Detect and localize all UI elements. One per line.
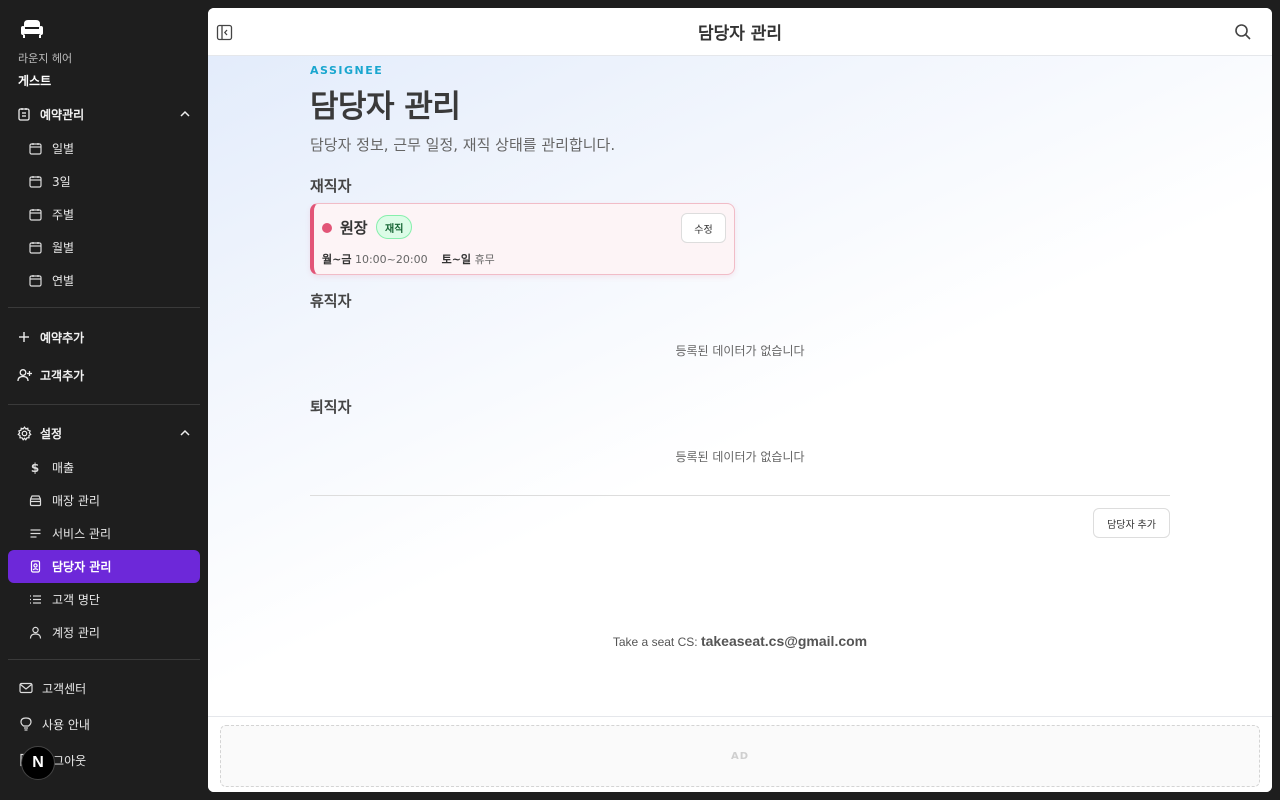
- sidebar-item-monthly[interactable]: 월별: [8, 231, 200, 264]
- weekday-label: 월~금: [322, 253, 352, 266]
- sidebar-toggle-icon[interactable]: [216, 24, 233, 41]
- sidebar-item-yearly[interactable]: 연별: [8, 264, 200, 297]
- page-content: ASSIGNEE 담당자 관리 담당자 정보, 근무 일정, 재직 상태를 관리…: [208, 56, 1272, 716]
- cs-email[interactable]: takeaseat.cs@gmail.com: [701, 633, 867, 649]
- sidebar-item-label: 3일: [52, 175, 71, 189]
- chevron-up-icon[interactable]: [178, 107, 192, 121]
- sidebar-item-store[interactable]: 매장 관리: [8, 484, 200, 517]
- section-retired-title: 퇴직자: [310, 398, 352, 416]
- brand: 라운지 헤어 게스트: [8, 0, 200, 96]
- plus-icon: [16, 329, 32, 345]
- sidebar-item-account[interactable]: 계정 관리: [8, 616, 200, 649]
- sidebar-item-label: 계정 관리: [52, 626, 100, 640]
- sidebar-item-label: 월별: [52, 241, 75, 255]
- sidebar-item-3day[interactable]: 3일: [8, 165, 200, 198]
- clipboard-icon: [16, 106, 32, 122]
- divider: [8, 307, 200, 308]
- chevron-up-icon[interactable]: [178, 426, 192, 440]
- list-icon: [28, 527, 42, 541]
- weekend-label: 토~일: [441, 253, 472, 266]
- nav-group-settings[interactable]: 설정: [8, 415, 200, 451]
- next-dev-badge[interactable]: N: [21, 746, 55, 780]
- sidebar: 라운지 헤어 게스트 예약관리 일별 3일 주별 월별 연별 예약추가 고객추가: [0, 0, 208, 800]
- sidebar-item-assignee[interactable]: 담당자 관리: [8, 550, 200, 583]
- footer-link-label: 고객센터: [42, 681, 87, 696]
- content-inner: ASSIGNEE 담당자 관리 담당자 정보, 근무 일정, 재직 상태를 관리…: [310, 56, 1170, 656]
- add-reservation-button[interactable]: 예약추가: [8, 318, 200, 356]
- calendar-icon: [28, 274, 42, 288]
- add-assignee-button[interactable]: 담당자 추가: [1093, 508, 1170, 538]
- header-title: 담당자 관리: [697, 24, 783, 44]
- badge-icon: [28, 560, 42, 574]
- sidebar-item-label: 일별: [52, 142, 75, 156]
- nav-group-label: 예약관리: [40, 107, 85, 122]
- section-leave-title: 휴직자: [310, 292, 352, 310]
- divider: [8, 404, 200, 405]
- add-customer-button[interactable]: 고객추가: [8, 356, 200, 394]
- sidebar-item-label: 주별: [52, 208, 75, 222]
- lightbulb-icon: [18, 716, 34, 732]
- weekend-hours: 휴무: [474, 253, 495, 266]
- user-plus-icon: [16, 367, 32, 383]
- user-icon: [28, 626, 42, 640]
- main-panel: 담당자 관리 ASSIGNEE 담당자 관리 담당자 정보, 근무 일정, 재직…: [208, 8, 1272, 792]
- customer-center-link[interactable]: 고객센터: [8, 670, 200, 706]
- action-label: 예약추가: [40, 330, 85, 345]
- nav-group-label: 설정: [40, 426, 63, 441]
- sidebar-item-daily[interactable]: 일별: [8, 132, 200, 165]
- sidebar-item-customers[interactable]: 고객 명단: [8, 583, 200, 616]
- sidebar-item-label: 고객 명단: [52, 593, 100, 607]
- nav-group-reservations[interactable]: 예약관리: [8, 96, 200, 132]
- assignee-name: 원장: [340, 219, 368, 237]
- sidebar-item-label: 담당자 관리: [52, 560, 112, 574]
- ad-area: AD: [208, 716, 1272, 792]
- shop-name: 라운지 헤어: [18, 52, 73, 65]
- top-bar: 담당자 관리: [208, 8, 1272, 56]
- sidebar-item-label: 연별: [52, 274, 75, 288]
- sidebar-item-weekly[interactable]: 주별: [8, 198, 200, 231]
- edit-button[interactable]: 수정: [681, 213, 726, 243]
- store-icon: [28, 494, 42, 508]
- assignee-card: 원장 재직 수정 월~금 10:00~20:00 토~일 휴무: [310, 203, 735, 275]
- weekday-hours: 10:00~20:00: [354, 253, 428, 266]
- sidebar-item-label: 서비스 관리: [52, 527, 112, 541]
- search-icon[interactable]: [1234, 23, 1252, 41]
- schedule: 월~금 10:00~20:00 토~일 휴무: [322, 251, 495, 267]
- calendar-icon: [28, 175, 42, 189]
- section-employed-title: 재직자: [310, 177, 352, 195]
- dollar-icon: $: [30, 460, 40, 475]
- list-bullets-icon: [28, 593, 42, 607]
- sidebar-item-services[interactable]: 서비스 관리: [8, 517, 200, 550]
- calendar-icon: [28, 241, 42, 255]
- footer-link-label: 사용 안내: [42, 717, 90, 732]
- mail-icon: [18, 680, 34, 696]
- calendar-icon: [28, 142, 42, 156]
- divider: [310, 495, 1170, 496]
- empty-state: 등록된 데이터가 없습니다: [675, 450, 805, 464]
- calendar-icon: [28, 208, 42, 222]
- status-dot: [322, 223, 332, 233]
- action-label: 고객추가: [40, 368, 85, 383]
- sofa-icon[interactable]: [20, 18, 46, 40]
- sidebar-item-label: 매출: [52, 461, 75, 475]
- page-eyebrow: ASSIGNEE: [310, 64, 384, 77]
- status-badge: 재직: [376, 215, 413, 239]
- divider: [8, 659, 200, 660]
- ad-banner[interactable]: AD: [220, 725, 1260, 787]
- guide-link[interactable]: 사용 안내: [8, 706, 200, 742]
- user-name: 게스트: [18, 74, 52, 88]
- cs-footer: Take a seat CS: takeaseat.cs@gmail.com: [208, 633, 1272, 649]
- sidebar-item-label: 매장 관리: [52, 494, 100, 508]
- page-description: 담당자 정보, 근무 일정, 재직 상태를 관리합니다.: [310, 136, 616, 154]
- cs-label: Take a seat CS:: [612, 635, 698, 649]
- page-title: 담당자 관리: [310, 89, 461, 125]
- empty-state: 등록된 데이터가 없습니다: [675, 344, 805, 358]
- sidebar-item-sales[interactable]: $ 매출: [8, 451, 200, 484]
- gear-icon: [16, 425, 32, 441]
